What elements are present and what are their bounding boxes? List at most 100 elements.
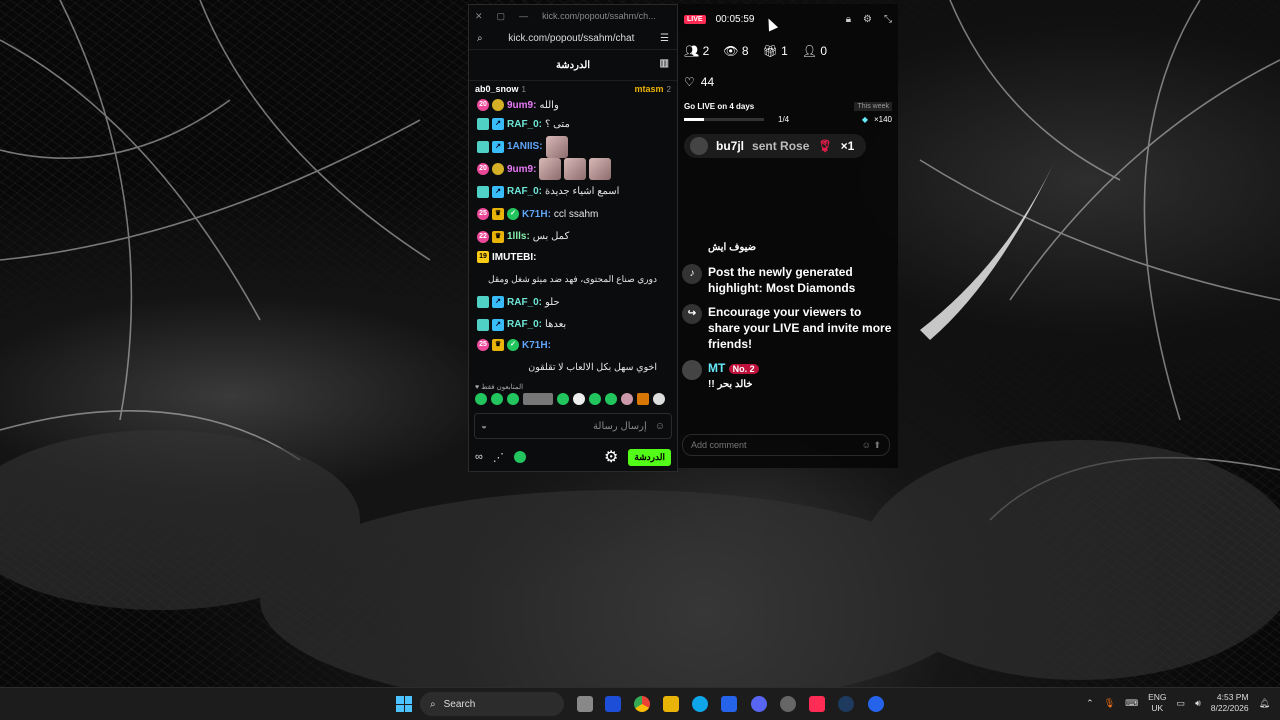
emote-icon[interactable] [653, 393, 665, 405]
subscriber-badge-icon: 22 [477, 230, 489, 243]
feed-suggestion[interactable]: ↪ Encourage your viewers to share your L… [678, 304, 898, 352]
live-top-bar: LIVE 00:05:59 🔒︎ ⚙ ⤡ [678, 4, 898, 34]
mail-icon[interactable] [721, 696, 737, 712]
chat-footer: ∞ ⋰ ⚙ الدردشة [469, 447, 677, 467]
pinned-user-1[interactable]: ab0_snow 1 [475, 84, 526, 94]
task-view-icon[interactable] [577, 696, 593, 712]
chat-message: 25 ♛ ✓ K71H: ccl ssahm [477, 203, 669, 226]
followers-stat[interactable]: 👤︎ 0 [802, 44, 827, 58]
lock-icon[interactable]: 🔒︎ [846, 14, 851, 25]
window-titlebar: ✕ ▢ — kick.com/popout/ssahm/ch... [469, 5, 677, 27]
username[interactable]: IMUTEBI: [492, 251, 536, 264]
microphone-icon[interactable]: 🎙︎ [1104, 698, 1115, 709]
username[interactable]: RAF_0: [507, 185, 542, 198]
emote-icon[interactable] [507, 393, 519, 405]
settings-icon[interactable]: ☰ [660, 33, 669, 44]
viewers-stat[interactable]: 👁︎ 8 [723, 44, 748, 58]
username[interactable]: 9um9: [507, 99, 536, 112]
app-icon[interactable] [780, 696, 796, 712]
emote-icon[interactable] [557, 393, 569, 405]
stats-icon[interactable]: ▥ [660, 58, 669, 69]
network-icon[interactable]: ▭ [1177, 698, 1186, 709]
pinned-user-2[interactable]: mtasm 2 [635, 84, 671, 94]
store-icon[interactable] [605, 696, 621, 712]
message-input[interactable]: ◒ إرسال رسالة ☺ [474, 413, 672, 439]
emote-icon[interactable] [605, 393, 617, 405]
language-indicator[interactable]: ENG UK [1148, 692, 1166, 714]
search-icon: ⌕ [430, 698, 436, 710]
app-icon[interactable] [868, 696, 884, 712]
emote-icon[interactable] [621, 393, 633, 405]
emote-image [539, 158, 562, 181]
chat-message: 22 ♛ 1llls: كمل بس [477, 226, 669, 249]
gift-badge-icon [477, 296, 489, 309]
live-feed: ضيوف ايش ♪ Post the newly generated high… [678, 240, 898, 401]
taskbar-search[interactable]: ⌕ Search [420, 692, 564, 716]
volume-icon[interactable]: 🔊︎ [1195, 698, 1201, 709]
username[interactable]: RAF_0: [507, 318, 542, 331]
infinity-icon[interactable]: ∞ [475, 451, 483, 463]
emote-image [564, 158, 587, 181]
close-icon[interactable]: ✕ [475, 11, 483, 22]
keyboard-icon[interactable]: ⌨ [1125, 698, 1138, 709]
avatar [682, 360, 702, 380]
emote-icon[interactable] [523, 393, 553, 405]
kick-icon[interactable] [513, 451, 526, 463]
emoji-icon[interactable]: ☺ [862, 440, 871, 450]
discord-icon[interactable] [751, 696, 767, 712]
rank-badge: No. 2 [728, 364, 759, 374]
goal-progress: 1/4 ◆ ×140 [678, 115, 898, 124]
chevron-up-icon[interactable]: ⌃ [1086, 698, 1094, 709]
likes-stat: ♡ 44 [684, 75, 715, 89]
emote-icon[interactable] [475, 393, 487, 405]
emoji-icon[interactable]: ☺ [655, 421, 665, 432]
username[interactable]: RAF_0: [507, 118, 542, 131]
message-text: بعدها [545, 319, 567, 331]
share-icon[interactable]: ⋰ [493, 451, 504, 464]
username[interactable]: K71H: [522, 339, 551, 352]
chat-messages: 20 9um9: والله ↗ RAF_0: متى ؟ ↗ 1ANIIS: … [469, 97, 677, 379]
tiktok-icon[interactable] [809, 696, 825, 712]
verified-badge-icon: ✓ [507, 339, 519, 351]
search-icon: ⌕ [477, 32, 483, 44]
username[interactable]: K71H: [522, 208, 551, 221]
username[interactable]: 1llls: [507, 230, 530, 243]
username[interactable]: RAF_0: [507, 296, 542, 309]
notification-icon[interactable]: 🔔︎ [1259, 698, 1270, 709]
chat-message: ↗ RAF_0: حلو [477, 291, 669, 314]
windows-start-icon[interactable] [396, 696, 412, 712]
emote-icon[interactable] [491, 393, 503, 405]
clock[interactable]: 4:53 PM 8/22/2026 [1211, 692, 1249, 714]
emote-icon[interactable] [589, 393, 601, 405]
username[interactable]: 9um9: [507, 163, 536, 176]
settings-icon[interactable]: ⚙ [863, 14, 872, 25]
crown-badge-icon: ♛ [492, 339, 504, 351]
minimize-icon[interactable]: — [519, 11, 528, 21]
maximize-icon[interactable]: ▢ [497, 11, 506, 22]
members-stat[interactable]: 👥︎ 2 [684, 44, 709, 58]
url-bar[interactable]: ⌕ kick.com/popout/ssahm/chat ☰ [469, 27, 677, 50]
chat-send-button[interactable]: الدردشة [628, 448, 671, 466]
emote-icon[interactable] [573, 393, 585, 405]
gifts-stat[interactable]: 🎁︎ 1 [763, 44, 788, 58]
feed-suggestion[interactable]: ♪ Post the newly generated highlight: Mo… [678, 264, 898, 296]
chrome-icon[interactable] [634, 696, 650, 712]
edge-icon[interactable] [692, 696, 708, 712]
crown-badge-icon: ♛ [492, 208, 504, 221]
gear-icon[interactable]: ⚙ [604, 447, 618, 467]
send-icon[interactable]: ⬆ [873, 440, 881, 450]
emote-icon[interactable] [637, 393, 649, 405]
folder-icon[interactable] [663, 696, 679, 712]
boost-badge-icon: ↗ [492, 318, 504, 331]
live-timer: 00:05:59 [715, 13, 755, 25]
emote-image [589, 158, 612, 181]
pinned-users: ab0_snow 1 mtasm 2 [469, 81, 677, 97]
username[interactable]: 1ANIIS: [507, 140, 543, 153]
shield-icon: ◒ [481, 420, 488, 432]
resize-icon[interactable]: ⤡ [884, 14, 892, 25]
steam-icon[interactable] [838, 696, 854, 712]
feed-comment: ضيوف ايش [708, 242, 757, 253]
diamond-icon: ◆ [861, 115, 868, 124]
boost-badge-icon: ↗ [492, 118, 504, 131]
comment-input[interactable]: Add comment ☺ ⬆ [682, 434, 890, 456]
